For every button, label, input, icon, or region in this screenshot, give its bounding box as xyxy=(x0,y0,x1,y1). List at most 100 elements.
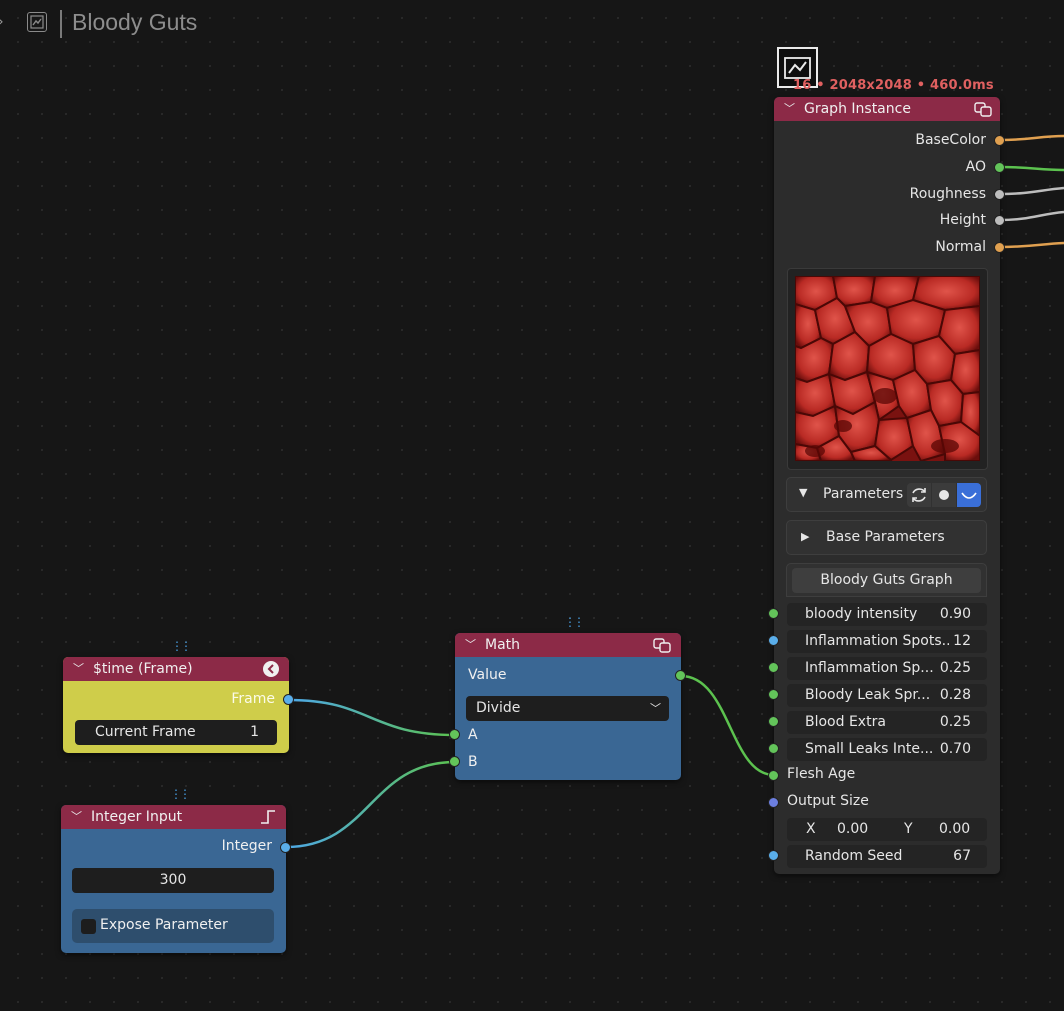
param-blood-extra[interactable]: Blood Extra 0.25 xyxy=(787,711,987,734)
texture-preview-frame xyxy=(787,268,988,470)
wire-value-to-flesh-age xyxy=(680,674,775,777)
inflammation-spread-input-socket[interactable] xyxy=(768,662,779,673)
input-b-socket[interactable] xyxy=(449,756,460,767)
output-size-xy-field[interactable]: X 0.00 Y 0.00 xyxy=(787,818,987,841)
parameters-panel-header[interactable]: ▼ Parameters xyxy=(786,477,987,512)
node-group-icon[interactable] xyxy=(974,101,992,125)
param-bloody-intensity[interactable]: bloody intensity 0.90 xyxy=(787,603,987,626)
operation-select[interactable]: Divide ﹀ xyxy=(466,696,669,721)
expose-parameter-toggle[interactable]: Expose Parameter xyxy=(72,909,274,943)
bloody-guts-graph-button[interactable]: Bloody Guts Graph xyxy=(792,568,981,593)
param-label: Inflammation Sp... xyxy=(805,660,934,676)
value-output-socket[interactable] xyxy=(675,670,686,681)
param-inflammation-spread[interactable]: Inflammation Sp... 0.25 xyxy=(787,657,987,680)
node-title: Integer Input xyxy=(91,809,183,825)
wire-ao-out xyxy=(999,165,1064,172)
param-value: 0.90 xyxy=(935,603,971,626)
frame-output-socket[interactable] xyxy=(283,694,294,705)
parameters-label: Parameters xyxy=(823,486,904,502)
node-title: Math xyxy=(485,637,521,653)
node-header[interactable]: ﹀ Math xyxy=(455,633,681,657)
expose-checkbox[interactable] xyxy=(81,919,96,934)
wire-basecolor-out xyxy=(999,134,1064,142)
wire-integer-to-b xyxy=(285,760,456,849)
x-value[interactable]: 0.00 xyxy=(837,818,868,841)
flesh-age-input-socket[interactable] xyxy=(768,770,779,781)
param-value: 0.25 xyxy=(935,711,971,734)
random-seed-input-socket[interactable] xyxy=(768,850,779,861)
small-leaks-input-socket[interactable] xyxy=(768,743,779,754)
param-label: Blood Extra xyxy=(805,714,886,730)
bloody-leak-input-socket[interactable] xyxy=(768,689,779,700)
param-bloody-leak-spread[interactable]: Bloody Leak Spr... 0.28 xyxy=(787,684,987,707)
node-header[interactable]: ﹀ Integer Input xyxy=(61,805,286,829)
output-ao-label: AO xyxy=(965,159,986,175)
step-icon xyxy=(260,809,276,833)
y-value[interactable]: 0.00 xyxy=(939,818,970,841)
graph-instance-node[interactable]: ﹀ Graph Instance BaseColor AO Roughness … xyxy=(768,97,1005,874)
height-output-socket[interactable] xyxy=(994,215,1005,226)
bloody-intensity-input-socket[interactable] xyxy=(768,608,779,619)
param-random-seed[interactable]: Random Seed 67 xyxy=(787,845,987,868)
normal-output-socket[interactable] xyxy=(994,242,1005,253)
current-frame-field[interactable]: Current Frame 1 xyxy=(75,720,277,745)
refresh-icon[interactable] xyxy=(907,483,931,507)
param-small-leaks-intensity[interactable]: Small Leaks Inte... 0.70 xyxy=(787,738,987,761)
expose-parameter-label: Expose Parameter xyxy=(100,917,228,933)
param-inflammation-spots-count[interactable]: Inflammation Spots... 12 xyxy=(787,630,987,653)
node-group-icon[interactable] xyxy=(653,637,671,661)
chevron-down-icon[interactable]: ﹀ xyxy=(71,805,82,829)
triangle-down-icon[interactable]: ▼ xyxy=(799,486,807,499)
chevron-down-icon[interactable]: ﹀ xyxy=(784,97,795,121)
integer-value-field[interactable]: 300 xyxy=(72,868,274,893)
ao-output-socket[interactable] xyxy=(994,162,1005,173)
header-separator xyxy=(60,10,62,38)
node-drag-handle[interactable]: ⋮⋮ xyxy=(170,788,191,800)
node-header[interactable]: ﹀ Graph Instance xyxy=(774,97,1000,121)
wire-normal-out xyxy=(999,241,1064,249)
input-a-socket[interactable] xyxy=(449,729,460,740)
param-value: 12 xyxy=(949,630,971,653)
frame-output-label: Frame xyxy=(231,691,275,707)
clock-icon[interactable] xyxy=(263,661,279,677)
inflammation-spots-input-socket[interactable] xyxy=(768,635,779,646)
dot-icon[interactable] xyxy=(932,483,956,507)
output-height-label: Height xyxy=(939,212,986,228)
math-node[interactable]: ﹀ Math Value Divide ﹀ A B xyxy=(449,633,686,780)
param-value: 0.70 xyxy=(935,738,971,761)
param-label: Inflammation Spots... xyxy=(805,633,955,649)
integer-input-node[interactable]: ﹀ Integer Input Integer 300 Expose Param… xyxy=(61,805,291,953)
roughness-output-socket[interactable] xyxy=(994,189,1005,200)
base-parameters-label: Base Parameters xyxy=(826,529,945,545)
blood-extra-input-socket[interactable] xyxy=(768,716,779,727)
triangle-right-icon[interactable]: ▶ xyxy=(801,530,809,543)
node-drag-handle[interactable]: ⋮⋮ xyxy=(171,640,192,652)
chevron-down-icon[interactable]: ﹀ xyxy=(465,633,476,657)
param-value: 0.28 xyxy=(935,684,971,707)
base-parameters-panel[interactable]: ▶ Base Parameters xyxy=(786,520,987,555)
input-b-label: B xyxy=(468,754,478,770)
node-drag-handle[interactable]: ⋮⋮ xyxy=(564,616,585,628)
graph-icon xyxy=(27,12,47,32)
wire-roughness-out xyxy=(999,186,1064,196)
chevron-down-icon[interactable]: ﹀ xyxy=(73,657,84,681)
value-output-label: Value xyxy=(468,667,507,683)
time-frame-node[interactable]: ﹀ $time (Frame) Frame Current Frame 1 xyxy=(63,657,294,753)
node-header[interactable]: ﹀ $time (Frame) xyxy=(63,657,289,681)
param-label: Bloody Leak Spr... xyxy=(805,687,931,703)
collapse-arrow-icon[interactable]: › xyxy=(0,14,4,30)
param-label: Random Seed xyxy=(805,848,903,864)
flesh-age-label: Flesh Age xyxy=(787,766,856,782)
output-basecolor-label: BaseColor xyxy=(915,132,986,148)
chevron-down-icon: ﹀ xyxy=(650,702,661,715)
integer-output-socket[interactable] xyxy=(280,842,291,853)
graph-button-container: Bloody Guts Graph xyxy=(786,563,987,597)
output-size-label: Output Size xyxy=(787,793,869,809)
texture-preview-image xyxy=(795,276,980,461)
render-stats: 16 • 2048x2048 • 460.0ms xyxy=(793,78,994,93)
output-size-input-socket[interactable] xyxy=(768,797,779,808)
basecolor-output-socket[interactable] xyxy=(994,135,1005,146)
current-frame-label: Current Frame xyxy=(95,724,196,740)
curve-icon[interactable] xyxy=(957,483,981,507)
current-frame-value: 1 xyxy=(250,724,259,740)
